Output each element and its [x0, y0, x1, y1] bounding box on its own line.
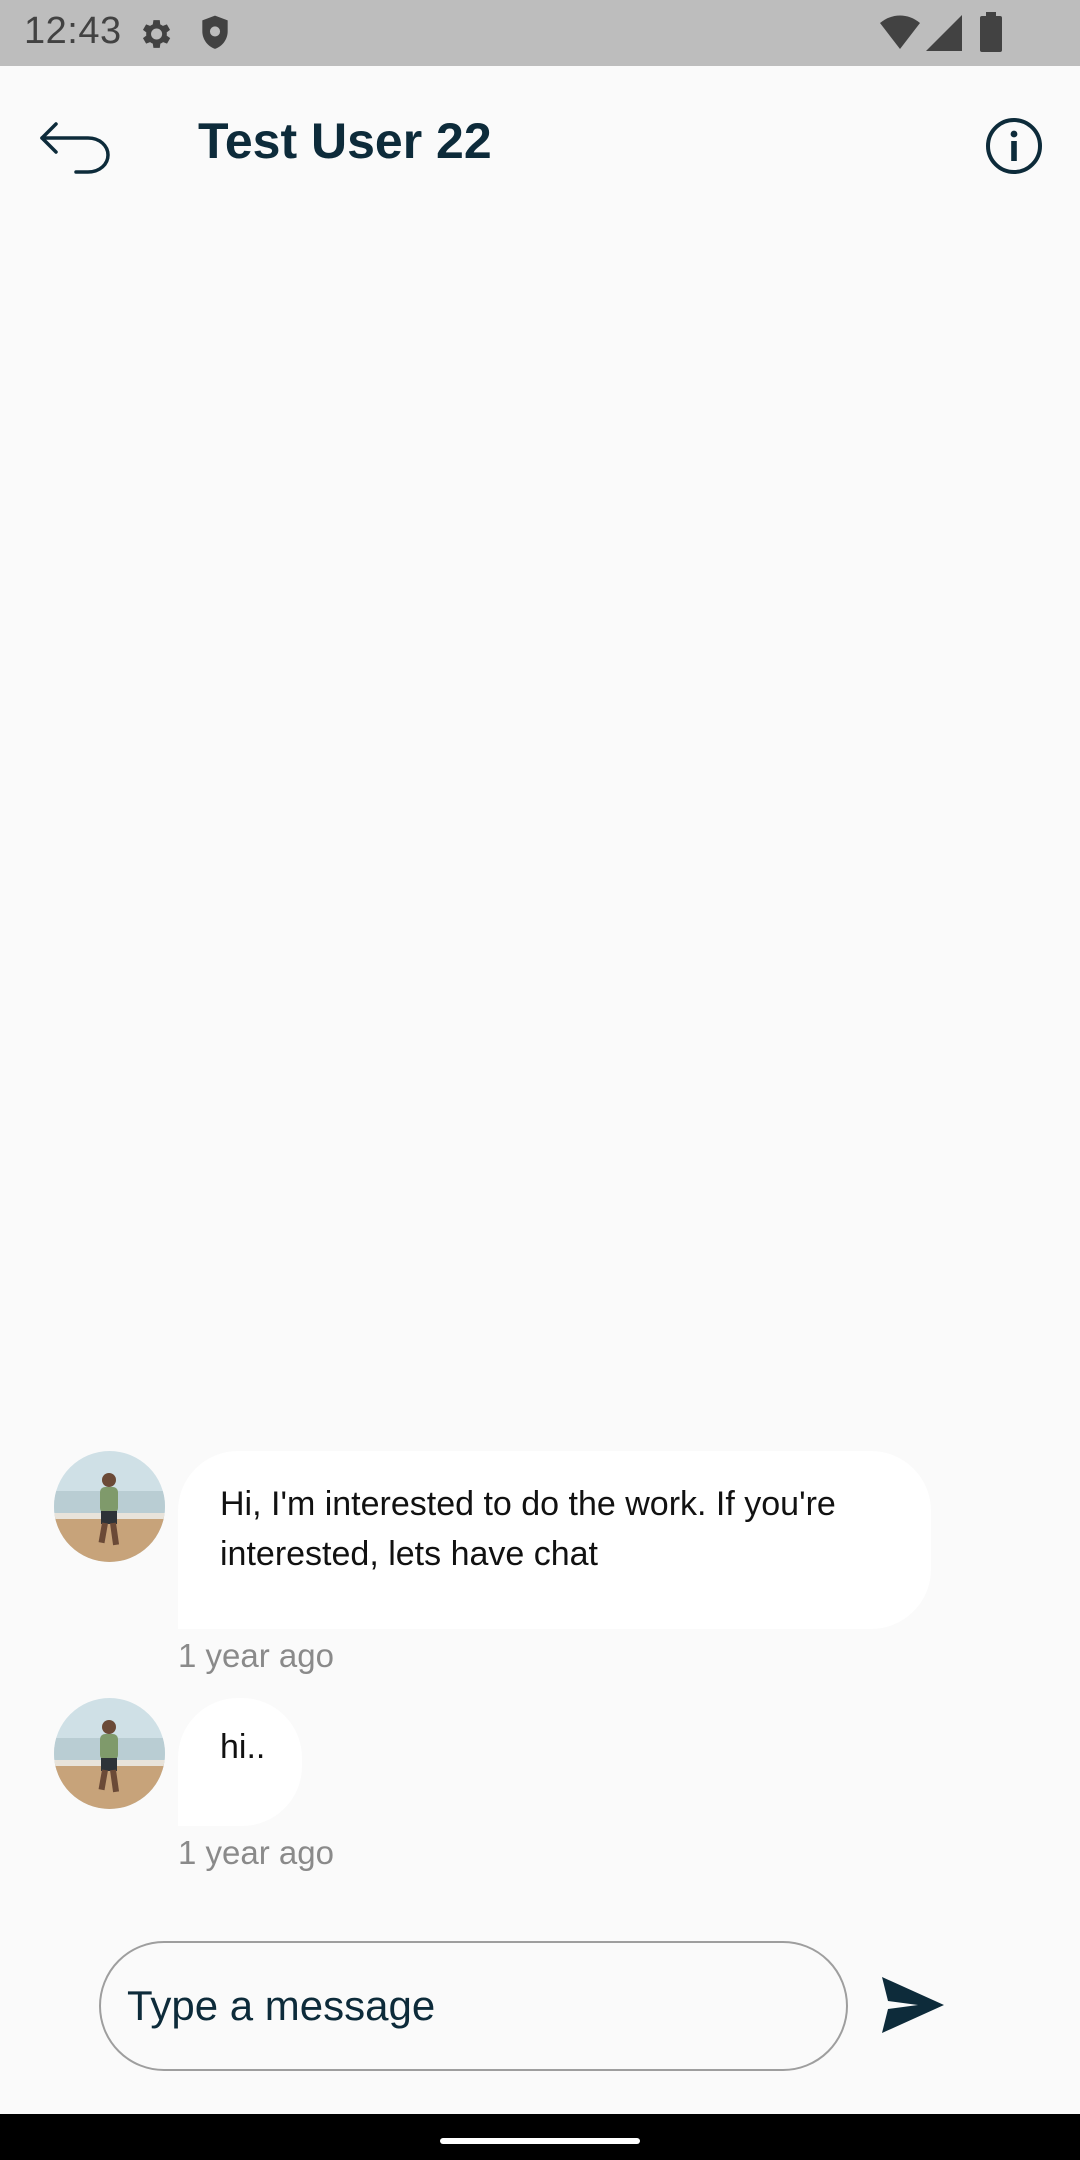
- message-row: hi.. 1 year ago: [0, 1698, 1080, 1898]
- navigation-bar: [0, 2114, 1080, 2160]
- message-timestamp: 1 year ago: [178, 1637, 334, 1674]
- message-text-line: Hi, I'm interested to do the work. If yo…: [220, 1485, 836, 1523]
- battery-icon: [980, 12, 1002, 52]
- send-icon[interactable]: [880, 1975, 946, 2035]
- message-input[interactable]: [99, 1941, 848, 2071]
- avatar[interactable]: [54, 1451, 165, 1562]
- shield-icon: [202, 15, 228, 49]
- wifi-icon: [880, 15, 920, 49]
- message-timestamp: 1 year ago: [178, 1834, 334, 1871]
- message-text-line: interested, lets have chat: [220, 1535, 599, 1573]
- home-indicator[interactable]: [440, 2138, 640, 2144]
- message-row: Hi, I'm interested to do the work. If yo…: [0, 1451, 1080, 1691]
- avatar-photo: [54, 1451, 165, 1562]
- message-text-line: hi..: [220, 1728, 266, 1766]
- chat-title: Test User 22: [198, 113, 492, 169]
- chat-header: Test User 22: [0, 66, 1080, 218]
- message-bubble[interactable]: hi..: [178, 1698, 302, 1826]
- signal-icon: [926, 15, 962, 51]
- status-bar: 12:43: [0, 0, 1080, 66]
- message-bubble[interactable]: Hi, I'm interested to do the work. If yo…: [178, 1451, 931, 1629]
- back-arrow-icon[interactable]: [36, 116, 116, 176]
- avatar-photo: [54, 1698, 165, 1809]
- settings-icon: [142, 20, 171, 48]
- info-icon[interactable]: [984, 116, 1044, 176]
- avatar[interactable]: [54, 1698, 165, 1809]
- status-time: 12:43: [24, 10, 122, 52]
